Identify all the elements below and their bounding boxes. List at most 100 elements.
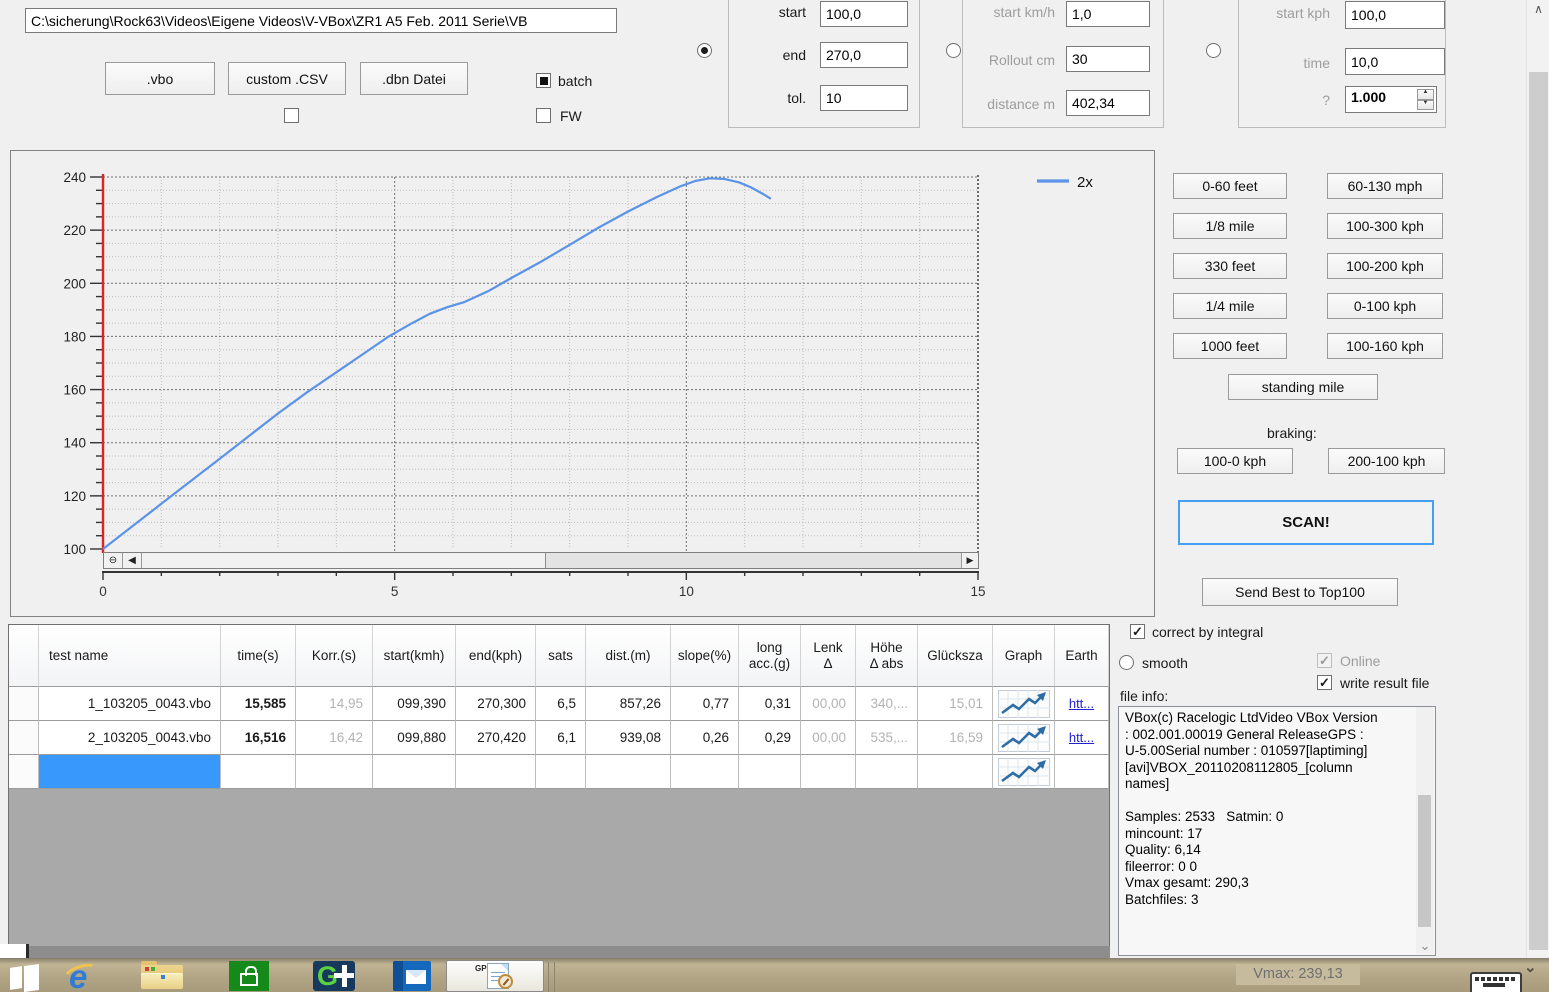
cell-rowheader[interactable]: [9, 721, 39, 755]
window-scrollbar-thumb[interactable]: [1529, 72, 1548, 950]
end-input[interactable]: [820, 42, 908, 68]
cell-rowheader[interactable]: [9, 755, 39, 789]
cell-dist-m-[interactable]: 939,08: [586, 721, 671, 755]
chart-scroll-right-icon[interactable]: ▶: [961, 553, 978, 568]
graph-icon[interactable]: [998, 758, 1050, 786]
column-header-end-kph-[interactable]: end(kph): [456, 625, 536, 687]
chart-scroll-left-icon[interactable]: ◀: [123, 553, 142, 568]
taskbar-file-explorer[interactable]: [118, 960, 206, 992]
cell-end-kph-[interactable]: 270,420: [456, 721, 536, 755]
cell-sats[interactable]: 6,5: [536, 687, 586, 721]
dbn-datei-button[interactable]: .dbn Datei: [360, 62, 468, 95]
cell-long[interactable]: [739, 755, 801, 789]
mode-speed-radio[interactable]: [697, 43, 712, 58]
cell-test-name[interactable]: 2_103205_0043.vbo: [39, 721, 221, 755]
timing-button-1000-feet[interactable]: 1000 feet: [1173, 333, 1287, 359]
column-header-lenk[interactable]: Lenk Δ: [801, 625, 856, 687]
mode-time-radio[interactable]: [1206, 43, 1221, 58]
scroll-up-icon[interactable]: ∧: [1530, 2, 1547, 20]
column-header-korr-s-[interactable]: Korr.(s): [296, 625, 373, 687]
start-kmh-input[interactable]: [1066, 1, 1150, 27]
column-header-h-he[interactable]: Höhe Δ abs: [856, 625, 918, 687]
column-header-rowheader[interactable]: [9, 625, 39, 687]
timing-button-100-200-kph[interactable]: 100-200 kph: [1327, 253, 1443, 279]
cell-lenk[interactable]: [801, 755, 856, 789]
cell-slope-[interactable]: 0,77: [671, 687, 739, 721]
cell-long[interactable]: 0,29: [739, 721, 801, 755]
vbo-button[interactable]: .vbo: [105, 62, 215, 95]
cell-time-s-[interactable]: 16,516: [221, 721, 296, 755]
cell-start-kmh-[interactable]: [373, 755, 456, 789]
taskbar-g-app[interactable]: G: [292, 960, 378, 992]
column-header-dist-m-[interactable]: dist.(m): [586, 625, 671, 687]
cell-lenk[interactable]: 00,00: [801, 687, 856, 721]
cell-graph[interactable]: [993, 687, 1055, 721]
cell-h-he[interactable]: 340,...: [856, 687, 918, 721]
distance-m-input[interactable]: [1066, 90, 1150, 116]
cell-earth[interactable]: [1055, 755, 1109, 789]
chart-zoom-out-icon[interactable]: ⊖: [104, 553, 123, 568]
chart-scrollbar-track[interactable]: [546, 553, 961, 568]
tol-input[interactable]: [820, 85, 908, 111]
start-kph-input[interactable]: [1345, 1, 1445, 29]
cell-gl-cksza[interactable]: 16,59: [918, 721, 993, 755]
file-info-scrollbar-thumb[interactable]: [1418, 795, 1431, 927]
cell-start-kmh-[interactable]: 099,880: [373, 721, 456, 755]
file-info-scrollbar[interactable]: ⌄: [1416, 707, 1434, 954]
factor-spinner[interactable]: 1.000 ▲▼: [1345, 86, 1437, 113]
cell-slope-[interactable]: 0,26: [671, 721, 739, 755]
timing-button-0-100-kph[interactable]: 0-100 kph: [1327, 293, 1443, 319]
window-scrollbar[interactable]: ∧: [1526, 0, 1549, 958]
earth-link[interactable]: htt...: [1069, 730, 1094, 745]
spin-up-icon[interactable]: ▲: [1417, 89, 1434, 100]
cell-korr-s-[interactable]: 16,42: [296, 721, 373, 755]
timing-button-0-60-feet[interactable]: 0-60 feet: [1173, 173, 1287, 199]
timing-button-330-feet[interactable]: 330 feet: [1173, 253, 1287, 279]
cell-graph[interactable]: [993, 721, 1055, 755]
cell-dist-m-[interactable]: [586, 755, 671, 789]
braking-button-100-0-kph[interactable]: 100-0 kph: [1177, 448, 1293, 474]
cell-h-he[interactable]: [856, 755, 918, 789]
timing-button-standing-mile[interactable]: standing mile: [1228, 374, 1378, 400]
spin-down-icon[interactable]: ▼: [1417, 100, 1434, 111]
file-path-input[interactable]: [25, 8, 617, 33]
cell-dist-m-[interactable]: 857,26: [586, 687, 671, 721]
cell-gl-cksza[interactable]: [918, 755, 993, 789]
cell-earth[interactable]: htt...: [1055, 721, 1109, 755]
timing-button-100-300-kph[interactable]: 100-300 kph: [1327, 213, 1443, 239]
cell-earth[interactable]: htt...: [1055, 687, 1109, 721]
cell-end-kph-[interactable]: [456, 755, 536, 789]
graph-icon[interactable]: [998, 690, 1050, 718]
cell-h-he[interactable]: 535,...: [856, 721, 918, 755]
cell-test-name[interactable]: [39, 755, 221, 789]
taskbar-gps-tool-active[interactable]: GPS: [446, 960, 544, 992]
taskbar-store[interactable]: [206, 960, 292, 992]
time-input[interactable]: [1345, 48, 1445, 75]
braking-button-200-100-kph[interactable]: 200-100 kph: [1328, 448, 1445, 474]
file-info-text[interactable]: VBox(c) Racelogic LtdVideo VBox Version …: [1118, 706, 1436, 956]
column-header-long[interactable]: long acc.(g): [739, 625, 801, 687]
cell-test-name[interactable]: 1_103205_0043.vbo: [39, 687, 221, 721]
batch-checkbox[interactable]: [536, 73, 551, 88]
cell-sats[interactable]: [536, 755, 586, 789]
cell-korr-s-[interactable]: [296, 755, 373, 789]
csv-option-checkbox[interactable]: [284, 108, 299, 123]
chart-scrollbar[interactable]: ⊖ ◀ ▶: [103, 552, 979, 569]
start-input[interactable]: [820, 1, 908, 27]
timing-button-60-130-mph[interactable]: 60-130 mph: [1327, 173, 1443, 199]
rollout-cm-input[interactable]: [1066, 46, 1150, 72]
touch-keyboard-icon[interactable]: [1470, 972, 1522, 992]
column-header-slope-[interactable]: slope(%): [671, 625, 739, 687]
file-info-scroll-down-icon[interactable]: ⌄: [1417, 938, 1433, 954]
column-header-test-name[interactable]: test name: [39, 625, 221, 687]
taskbar-outlook[interactable]: [378, 960, 446, 992]
mode-distance-radio[interactable]: [946, 43, 961, 58]
graph-icon[interactable]: [998, 724, 1050, 752]
scroll-down-icon[interactable]: ⌄: [1524, 958, 1537, 976]
custom-csv-button[interactable]: custom .CSV: [228, 62, 346, 95]
cell-gl-cksza[interactable]: 15,01: [918, 687, 993, 721]
column-header-gl-cksza[interactable]: Glücksza: [918, 625, 993, 687]
cell-slope-[interactable]: [671, 755, 739, 789]
cell-end-kph-[interactable]: 270,300: [456, 687, 536, 721]
cell-rowheader[interactable]: [9, 687, 39, 721]
